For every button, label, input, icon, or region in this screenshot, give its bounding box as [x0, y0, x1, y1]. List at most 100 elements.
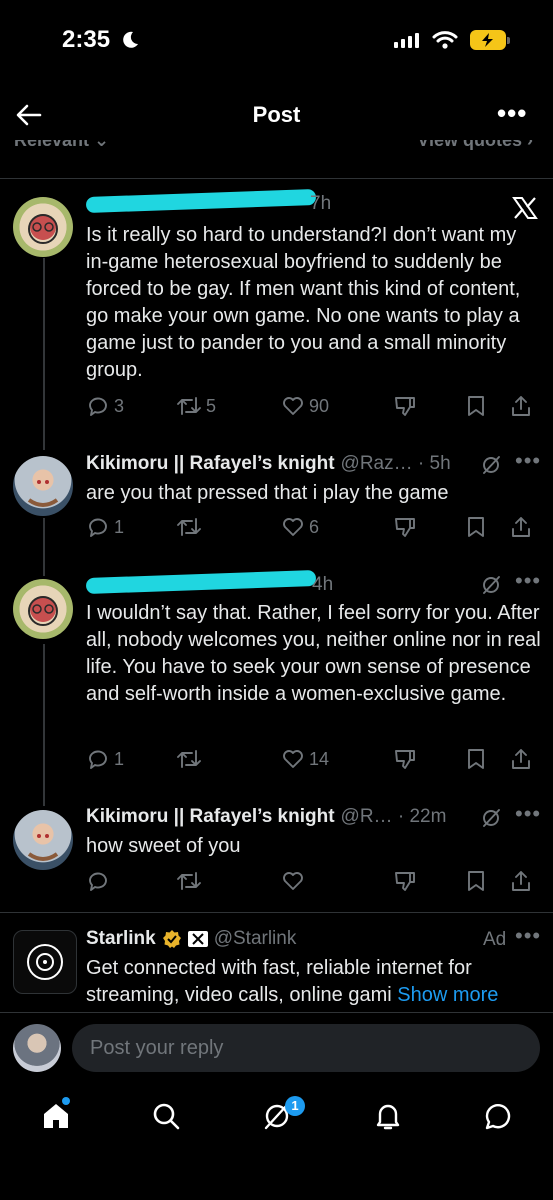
grok-icon[interactable] — [480, 574, 502, 596]
my-avatar[interactable] — [13, 1024, 61, 1072]
more-options-icon[interactable]: ••• — [515, 801, 541, 827]
thread-line — [43, 258, 45, 450]
dislike-button[interactable] — [393, 394, 465, 418]
thumbs-down-icon — [395, 397, 415, 416]
thread-line — [43, 644, 45, 806]
view-quotes-link[interactable]: View quotes › — [417, 140, 533, 151]
like-count: 14 — [309, 748, 330, 769]
more-options-icon[interactable]: ••• — [515, 448, 541, 474]
tweet-actions: 1 6 — [86, 515, 540, 539]
display-name[interactable]: Kikimoru || Rafayel’s knight — [86, 806, 335, 828]
starlink-logo[interactable] — [13, 930, 77, 994]
ad-name[interactable]: Starlink — [86, 928, 156, 950]
bookmark-icon — [468, 871, 484, 891]
tweet-text: how sweet of you — [86, 835, 241, 857]
heart-icon — [283, 518, 303, 536]
bookmark-button[interactable] — [465, 747, 509, 771]
dislike-button[interactable] — [393, 747, 465, 771]
reply-icon — [89, 518, 107, 537]
repost-button[interactable] — [176, 869, 281, 893]
bookmark-button[interactable] — [465, 869, 509, 893]
reply-button[interactable]: 1 — [86, 747, 176, 771]
more-options-icon[interactable]: ••• — [515, 568, 541, 594]
reply-icon — [89, 750, 107, 769]
tweet-text: are you that pressed that i play the gam… — [86, 482, 449, 504]
repost-icon — [177, 518, 201, 536]
reply-icon — [89, 872, 107, 891]
ad-handle[interactable]: @Starlink — [214, 928, 297, 950]
share-button[interactable] — [509, 747, 533, 771]
heart-icon — [283, 750, 303, 768]
grok-icon[interactable] — [480, 454, 502, 476]
repost-icon — [177, 397, 201, 415]
reply-count: 3 — [114, 395, 125, 416]
tweet-text: I wouldn’t say that. Rather, I feel sorr… — [86, 602, 541, 705]
thumbs-down-icon — [395, 518, 415, 537]
grok-icon[interactable] — [480, 807, 502, 829]
bell-icon[interactable] — [372, 1100, 404, 1132]
reply-button[interactable]: 1 — [86, 515, 176, 539]
like-count: 90 — [309, 395, 330, 416]
share-button[interactable] — [509, 394, 533, 418]
status-time: 2:35 — [62, 26, 111, 53]
signal-icon — [394, 33, 419, 48]
share-button[interactable] — [509, 515, 533, 539]
bookmark-icon — [468, 517, 484, 537]
reply-count: 1 — [114, 748, 125, 769]
battery-tip — [507, 37, 510, 44]
more-options-icon[interactable]: ••• — [515, 923, 541, 949]
sort-strip: Relevant ⌄ View quotes › — [0, 140, 553, 154]
avatar[interactable] — [13, 810, 73, 870]
dislike-button[interactable] — [393, 869, 465, 893]
share-button[interactable] — [509, 869, 533, 893]
redacted-name — [85, 188, 317, 214]
thread-line — [43, 518, 45, 576]
tweet-text: Is it really so hard to understand?I don… — [86, 224, 521, 381]
handle[interactable]: @R… · 22m — [341, 806, 447, 828]
bookmark-button[interactable] — [465, 515, 509, 539]
repost-button[interactable] — [176, 515, 281, 539]
show-more-link[interactable]: Show more — [397, 984, 498, 1006]
battery-icon — [470, 30, 506, 50]
like-button[interactable] — [281, 869, 393, 893]
heart-icon — [283, 397, 303, 415]
bookmark-button[interactable] — [465, 394, 509, 418]
share-icon — [512, 396, 530, 416]
divider — [0, 1012, 553, 1013]
repost-icon — [177, 872, 201, 890]
avatar[interactable] — [13, 579, 73, 639]
reply-input[interactable] — [72, 1024, 540, 1072]
like-button[interactable]: 6 — [281, 515, 393, 539]
display-name[interactable]: Kikimoru || Rafayel’s knight — [86, 453, 335, 475]
home-dot-badge — [62, 1097, 70, 1105]
like-button[interactable]: 14 — [281, 747, 393, 771]
redacted-name — [85, 569, 317, 595]
page-title: Post — [252, 102, 301, 127]
handle[interactable]: @Raz… · 5h — [341, 453, 451, 475]
notification-badge: 1 — [285, 1096, 305, 1116]
bookmark-icon — [468, 749, 484, 769]
reply-button[interactable]: 3 — [86, 394, 176, 418]
like-count: 6 — [309, 516, 320, 537]
sort-relevant[interactable]: Relevant ⌄ — [14, 140, 109, 151]
more-options-icon[interactable]: ••• — [497, 98, 527, 129]
tweet-time: 7h — [310, 193, 332, 214]
heart-icon — [283, 872, 303, 890]
tweet-actions: 1 14 — [86, 747, 540, 771]
search-icon[interactable] — [150, 1100, 182, 1132]
tweet-actions: 3 5 90 — [86, 394, 540, 418]
ad-label: Ad — [483, 929, 507, 950]
like-button[interactable]: 90 — [281, 394, 393, 418]
share-icon — [512, 749, 530, 769]
dislike-button[interactable] — [393, 515, 465, 539]
share-icon — [512, 517, 530, 537]
repost-button[interactable]: 5 — [176, 394, 281, 418]
reply-count: 1 — [114, 516, 125, 537]
messages-icon[interactable] — [482, 1100, 514, 1132]
repost-button[interactable] — [176, 747, 281, 771]
thumbs-down-icon — [395, 750, 415, 769]
avatar[interactable] — [13, 456, 73, 516]
avatar[interactable] — [13, 197, 73, 257]
tweet-actions — [86, 869, 540, 893]
reply-button[interactable] — [86, 869, 176, 893]
